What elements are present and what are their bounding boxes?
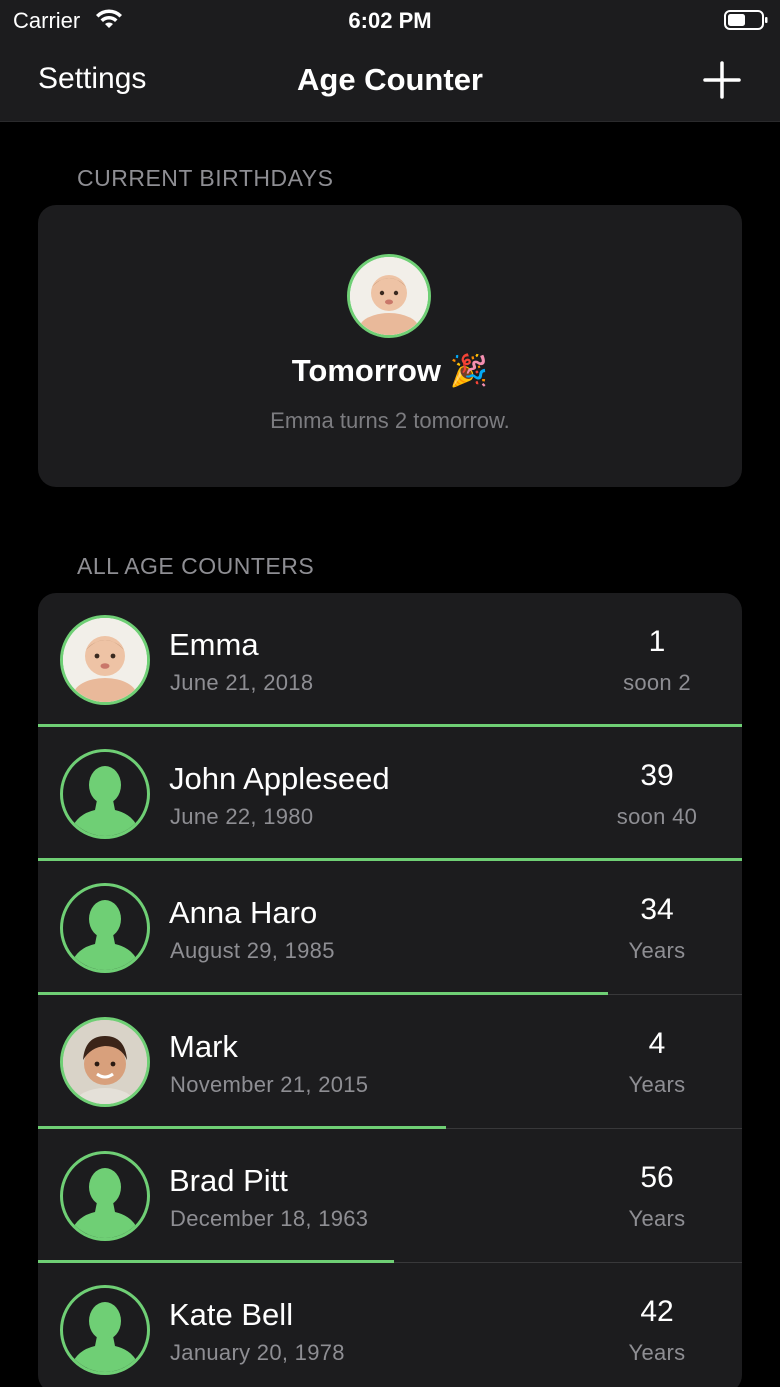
current-birthday-subtitle: Emma turns 2 tomorrow. bbox=[270, 408, 510, 433]
age-value: 34 bbox=[640, 893, 674, 926]
birth-date: June 22, 1980 bbox=[170, 804, 314, 829]
age-counter-list: Emma June 21, 2018 1 soon 2 John Applese… bbox=[38, 593, 742, 1387]
list-item-anna-haro[interactable]: Anna Haro August 29, 1985 34 Years bbox=[38, 861, 742, 995]
person-name: Brad Pitt bbox=[169, 1163, 288, 1198]
age-value: 42 bbox=[640, 1295, 674, 1328]
baby-avatar-icon bbox=[347, 254, 431, 338]
person-placeholder-icon bbox=[60, 749, 150, 839]
all-age-counters-header: ALL AGE COUNTERS bbox=[77, 553, 315, 579]
birth-date: November 21, 2015 bbox=[170, 1072, 369, 1097]
list-item-kate-bell[interactable]: Kate Bell January 20, 1978 42 Years bbox=[38, 1263, 742, 1387]
age-caption: Years bbox=[628, 938, 686, 963]
list-item-brad-pitt[interactable]: Brad Pitt December 18, 1963 56 Years bbox=[38, 1129, 742, 1263]
person-placeholder-icon bbox=[60, 1151, 150, 1241]
boy-avatar-icon bbox=[60, 1017, 150, 1107]
birth-date: December 18, 1963 bbox=[170, 1206, 369, 1231]
birth-date: January 20, 1978 bbox=[170, 1340, 345, 1365]
age-caption: Years bbox=[628, 1072, 686, 1097]
person-name: Kate Bell bbox=[169, 1297, 294, 1332]
list-item-john-appleseed[interactable]: John Appleseed June 22, 1980 39 soon 40 bbox=[38, 727, 742, 861]
age-caption: Years bbox=[628, 1340, 686, 1365]
person-name: Anna Haro bbox=[169, 895, 318, 930]
battery-icon bbox=[724, 10, 768, 30]
list-item-mark[interactable]: Mark November 21, 2015 4 Years bbox=[38, 995, 742, 1129]
plus-icon[interactable] bbox=[702, 60, 742, 100]
person-placeholder-icon bbox=[60, 1285, 150, 1375]
person-placeholder-icon bbox=[60, 883, 150, 973]
navigation-bar: Settings Age Counter bbox=[0, 40, 780, 122]
age-value: 4 bbox=[648, 1027, 666, 1060]
baby-avatar-icon bbox=[60, 615, 150, 705]
age-caption: soon 40 bbox=[616, 804, 698, 829]
age-caption: soon 2 bbox=[623, 670, 691, 695]
current-birthdays-header: CURRENT BIRTHDAYS bbox=[77, 165, 334, 191]
clock: 6:02 PM bbox=[348, 8, 432, 33]
age-value: 56 bbox=[640, 1161, 674, 1194]
age-value: 39 bbox=[640, 759, 674, 792]
person-name: Emma bbox=[169, 627, 259, 662]
age-caption: Years bbox=[628, 1206, 686, 1231]
age-value: 1 bbox=[648, 625, 666, 658]
page-title: Age Counter bbox=[297, 62, 483, 97]
birth-date: June 21, 2018 bbox=[170, 670, 314, 695]
current-birthday-title: Tomorrow 🎉 bbox=[291, 353, 489, 388]
current-birthday-card[interactable]: Tomorrow 🎉 Emma turns 2 tomorrow. bbox=[38, 205, 742, 487]
list-item-emma[interactable]: Emma June 21, 2018 1 soon 2 bbox=[38, 593, 742, 727]
birth-date: August 29, 1985 bbox=[170, 938, 335, 963]
status-bar: Carrier 6:02 PM bbox=[0, 0, 780, 40]
person-name: Mark bbox=[169, 1029, 238, 1064]
person-name: John Appleseed bbox=[169, 761, 390, 796]
